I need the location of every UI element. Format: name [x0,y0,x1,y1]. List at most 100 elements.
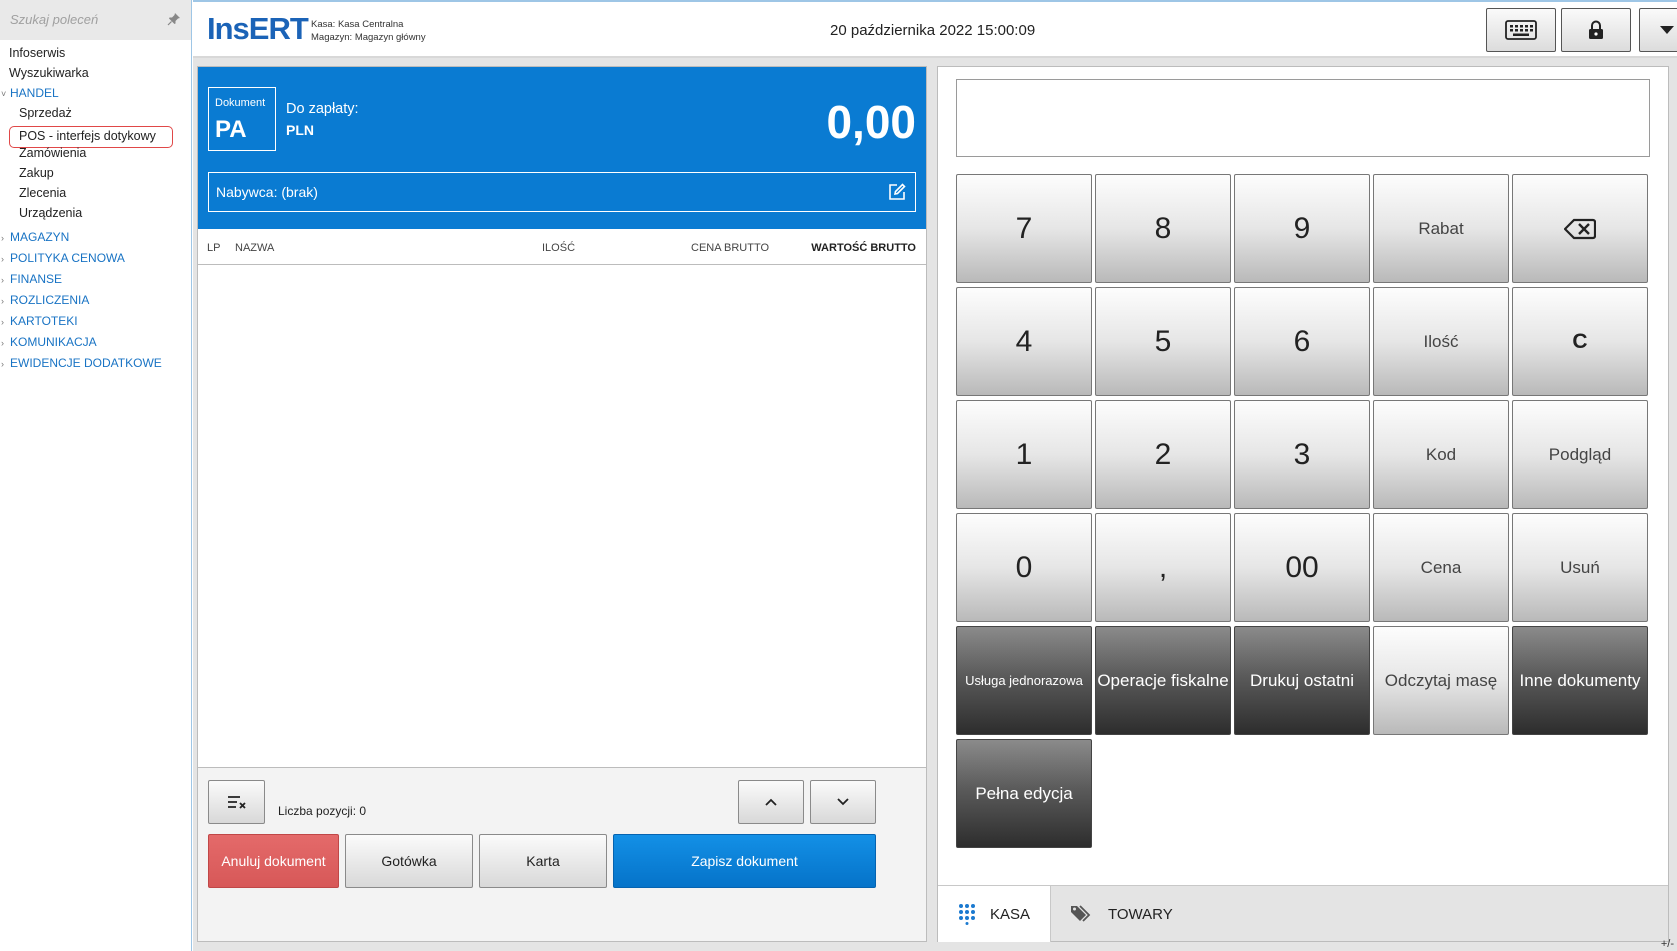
sidebar-item-sprzedaz[interactable]: Sprzedaż [19,106,72,120]
chevron-up-icon [765,798,777,806]
key-ilosc[interactable]: Ilość [1373,287,1509,396]
main-area: Dokument PA Do zapłaty: PLN 0,00 Nabywca… [193,58,1677,951]
pelna-edycja-button[interactable]: Pełna edycja [956,739,1092,848]
column-cena-brutto[interactable]: CENA BRUTTO [691,242,769,254]
backspace-icon [1564,218,1596,239]
inne-dokumenty-button[interactable]: Inne dokumenty [1512,626,1648,735]
sidebar-section-finanse[interactable]: › FINANSE [1,272,62,286]
scroll-down-button[interactable] [810,780,876,824]
key-7[interactable]: 7 [956,174,1092,283]
search-input[interactable]: Szukaj poleceń [10,12,98,27]
column-nazwa[interactable]: NAZWA [235,242,274,254]
sidebar-item-zamowienia[interactable]: Zamówienia [19,146,86,160]
chevron-right-icon: › [1,338,4,348]
operacje-fiskalne-button[interactable]: Operacje fiskalne [1095,626,1231,735]
drukuj-ostatni-button[interactable]: Drukuj ostatni [1234,626,1370,735]
bottom-tabs: KASA TOWARY [938,885,1668,942]
sidebar-item-pos[interactable]: POS - interfejs dotykowy [9,126,173,148]
top-bar: InsERT Kasa: Kasa Centralna Magazyn: Mag… [193,0,1677,58]
chevron-right-icon: › [1,296,4,306]
search-box[interactable]: Szukaj poleceń [0,0,191,40]
chevron-right-icon: › [1,275,4,285]
sidebar-section-rozliczenia[interactable]: › ROZLICZENIA [1,293,89,307]
key-8[interactable]: 8 [1095,174,1231,283]
key-6[interactable]: 6 [1234,287,1370,396]
clear-list-icon [227,796,246,809]
sidebar-section-ewidencje-dodatkowe[interactable]: › EWIDENCJE DODATKOWE [1,356,162,370]
keypad-panel: 7 8 9 Rabat 4 5 6 Ilość C 1 2 3 Kod Podg… [937,66,1669,942]
key-0[interactable]: 0 [956,513,1092,622]
buyer-label: Nabywca: (brak) [216,184,318,200]
key-3[interactable]: 3 [1234,400,1370,509]
sidebar: Szukaj poleceń Infoserwis Wyszukiwarka ˅… [0,0,192,951]
card-button[interactable]: Karta [479,834,607,888]
accent-line [193,0,1677,2]
sidebar-item-zlecenia[interactable]: Zlecenia [19,186,66,200]
key-9[interactable]: 9 [1234,174,1370,283]
key-4[interactable]: 4 [956,287,1092,396]
document-type-label: Dokument [215,97,266,109]
datetime: 20 października 2022 15:00:09 [830,22,1036,39]
column-wartosc-brutto[interactable]: WARTOŚĆ BRUTTO [811,242,916,254]
dropdown-button[interactable] [1639,8,1677,52]
backspace-button[interactable] [1512,174,1648,283]
to-pay-label: Do zapłaty: [286,101,359,117]
sidebar-item-wyszukiwarka[interactable]: Wyszukiwarka [9,66,89,80]
sidebar-section-komunikacja[interactable]: › KOMUNIKACJA [1,335,97,349]
sidebar-item-infoserwis[interactable]: Infoserwis [9,46,65,60]
buyer-field[interactable]: Nabywca: (brak) [208,172,916,212]
sidebar-section-handel[interactable]: ˅ HANDEL [1,86,59,100]
chevron-right-icon: › [1,317,4,327]
sidebar-section-magazyn[interactable]: › MAGAZYN [1,230,69,244]
kasa-info: Kasa: Kasa Centralna Magazyn: Magazyn gł… [311,19,426,43]
key-comma[interactable]: , [1095,513,1231,622]
chevron-right-icon: › [1,359,4,369]
document-type-box[interactable]: Dokument PA [208,87,276,151]
key-podglad[interactable]: Podgląd [1512,400,1648,509]
pin-icon[interactable] [167,12,181,26]
edit-icon[interactable] [888,183,906,201]
usluga-jednorazowa-button[interactable]: Usługa jednorazowa [956,626,1092,735]
scroll-up-button[interactable] [738,780,804,824]
save-document-button[interactable]: Zapisz dokument [613,834,876,888]
document-type-code: PA [215,116,247,143]
column-ilosc[interactable]: ILOŚĆ [542,242,575,254]
keypad-display[interactable] [956,79,1650,157]
lock-button[interactable] [1561,8,1631,52]
sidebar-item-zakup[interactable]: Zakup [19,166,54,180]
tags-icon [1071,905,1091,922]
tab-towary[interactable]: TOWARY [1070,886,1220,942]
chevron-right-icon: › [1,254,4,264]
chevron-right-icon: › [1,233,4,243]
sidebar-section-kartoteki[interactable]: › KARTOTEKI [1,314,78,328]
key-clear[interactable]: C [1512,287,1648,396]
sidebar-item-urzadzenia[interactable]: Urządzenia [19,206,82,220]
key-2[interactable]: 2 [1095,400,1231,509]
keyboard-button[interactable] [1486,8,1556,52]
key-cena[interactable]: Cena [1373,513,1509,622]
items-table-body[interactable] [198,266,926,766]
lock-icon [1589,20,1603,39]
cancel-document-button[interactable]: Anuluj dokument [208,834,339,888]
key-rabat[interactable]: Rabat [1373,174,1509,283]
key-1[interactable]: 1 [956,400,1092,509]
tab-kasa[interactable]: KASA [938,886,1051,942]
keypad-icon [959,904,975,925]
cash-button[interactable]: Gotówka [345,834,473,888]
document-header: Dokument PA Do zapłaty: PLN 0,00 Nabywca… [198,67,926,229]
chevron-down-icon [837,798,849,806]
sidebar-section-polityka-cenowa[interactable]: › POLITYKA CENOWA [1,251,125,265]
clear-items-button[interactable] [208,780,265,824]
column-lp[interactable]: LP [207,242,220,254]
key-00[interactable]: 00 [1234,513,1370,622]
currency-label: PLN [286,122,314,138]
key-usun[interactable]: Usuń [1512,513,1648,622]
key-kod[interactable]: Kod [1373,400,1509,509]
app-logo: InsERT [207,11,309,46]
document-footer: Liczba pozycji: 0 Anuluj dokument Gotówk… [198,767,926,941]
items-table-header: LP NAZWA ILOŚĆ CENA BRUTTO WARTOŚĆ BRUTT… [198,229,926,265]
total-amount: 0,00 [826,96,916,148]
key-5[interactable]: 5 [1095,287,1231,396]
chevron-down-icon [1660,26,1674,34]
odczytaj-mase-button[interactable]: Odczytaj masę [1373,626,1509,735]
